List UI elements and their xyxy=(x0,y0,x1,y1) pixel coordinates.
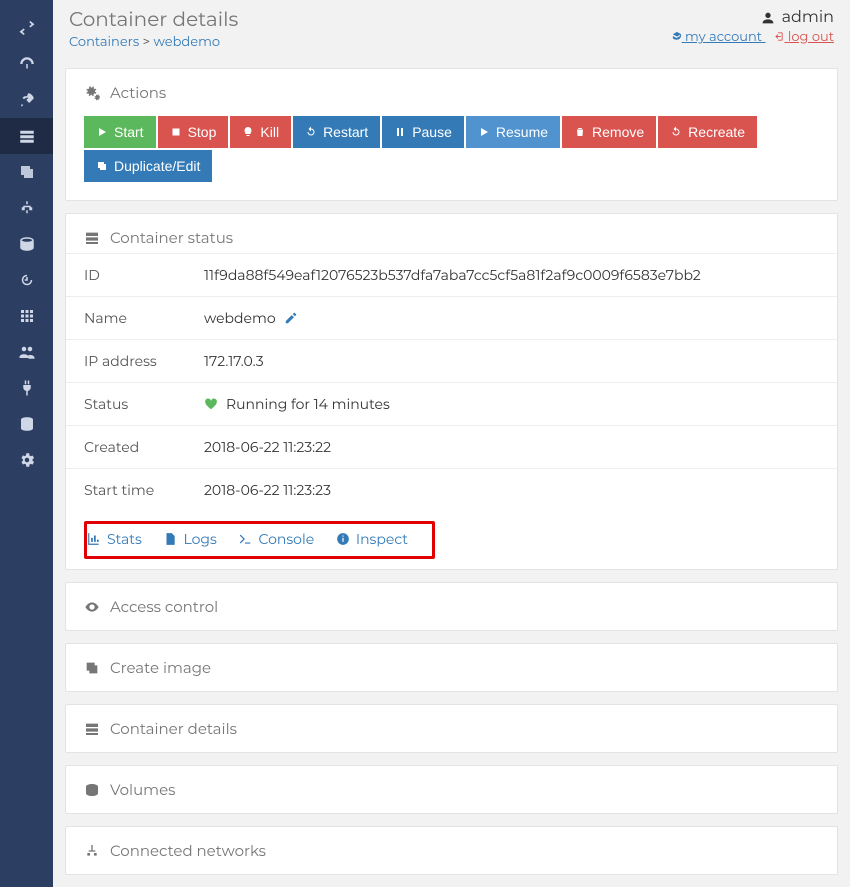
networks-panel[interactable]: Connected networks xyxy=(65,826,838,875)
row-ip: IP address172.17.0.3 xyxy=(66,340,837,383)
stats-link[interactable]: Stats xyxy=(87,530,142,548)
sitemap-icon xyxy=(84,843,100,859)
breadcrumb-item[interactable]: webdemo xyxy=(154,34,221,50)
access-panel[interactable]: Access control xyxy=(65,582,838,631)
nav-images-icon[interactable] xyxy=(0,154,53,190)
page-title: Container details xyxy=(69,8,238,32)
cogs-icon xyxy=(84,85,100,101)
username: admin xyxy=(782,8,834,27)
user-icon xyxy=(760,10,776,26)
console-link[interactable]: Console xyxy=(238,530,314,548)
nav-networks-icon[interactable] xyxy=(0,190,53,226)
actions-heading: Actions xyxy=(110,83,166,102)
volumes-panel[interactable]: Volumes xyxy=(65,765,838,814)
heartbeat-icon xyxy=(204,397,218,411)
logout-link[interactable]: log out xyxy=(773,29,834,45)
status-heading: Container status xyxy=(110,228,233,247)
highlight-box: Stats Logs Console Inspect xyxy=(84,521,435,559)
create-image-panel[interactable]: Create image xyxy=(65,643,838,692)
edit-icon[interactable] xyxy=(284,311,298,325)
row-start: Start time2018-06-22 11:23:23 xyxy=(66,469,837,512)
breadcrumb-containers[interactable]: Containers xyxy=(69,34,139,50)
nav-swap-icon[interactable] xyxy=(0,10,53,46)
nav-volumes-icon[interactable] xyxy=(0,226,53,262)
recreate-button[interactable]: Recreate xyxy=(658,116,757,148)
pause-button[interactable]: Pause xyxy=(382,116,464,148)
sidebar xyxy=(0,0,53,887)
breadcrumb: Containers > webdemo xyxy=(69,34,238,50)
logs-link[interactable]: Logs xyxy=(163,530,216,548)
row-name: Name webdemo xyxy=(66,297,837,340)
remove-button[interactable]: Remove xyxy=(562,116,656,148)
row-status: Status Running for 14 minutes xyxy=(66,383,837,426)
nav-rocket-icon[interactable] xyxy=(0,82,53,118)
resume-button[interactable]: Resume xyxy=(466,116,560,148)
nav-settings-icon[interactable] xyxy=(0,442,53,478)
nav-dashboard-icon[interactable] xyxy=(0,46,53,82)
clone-icon xyxy=(84,660,100,676)
nav-db-icon[interactable] xyxy=(0,406,53,442)
nav-containers-icon[interactable] xyxy=(0,118,53,154)
details-panel[interactable]: Container details xyxy=(65,704,838,753)
server-icon xyxy=(84,721,100,737)
row-created: Created2018-06-22 11:23:22 xyxy=(66,426,837,469)
status-panel: Container status ID11f9da88f549eaf120765… xyxy=(65,213,838,570)
actions-panel: Actions Start Stop Kill Restart Pause Re… xyxy=(65,68,838,201)
duplicate-button[interactable]: Duplicate/Edit xyxy=(84,150,212,182)
breadcrumb-sep: > xyxy=(143,34,150,50)
row-id: ID11f9da88f549eaf12076523b537dfa7aba7cc5… xyxy=(66,254,837,297)
nav-events-icon[interactable] xyxy=(0,262,53,298)
kill-button[interactable]: Kill xyxy=(230,116,291,148)
server-icon xyxy=(84,230,100,246)
main-content: Container details Containers > webdemo a… xyxy=(53,0,850,887)
nav-grid-icon[interactable] xyxy=(0,298,53,334)
restart-button[interactable]: Restart xyxy=(293,116,380,148)
nav-plug-icon[interactable] xyxy=(0,370,53,406)
start-button[interactable]: Start xyxy=(84,116,156,148)
my-account-link[interactable]: my account xyxy=(671,29,766,45)
stop-button[interactable]: Stop xyxy=(158,116,229,148)
nav-users-icon[interactable] xyxy=(0,334,53,370)
database-icon xyxy=(84,782,100,798)
inspect-link[interactable]: Inspect xyxy=(336,530,408,548)
eye-icon xyxy=(84,599,100,615)
